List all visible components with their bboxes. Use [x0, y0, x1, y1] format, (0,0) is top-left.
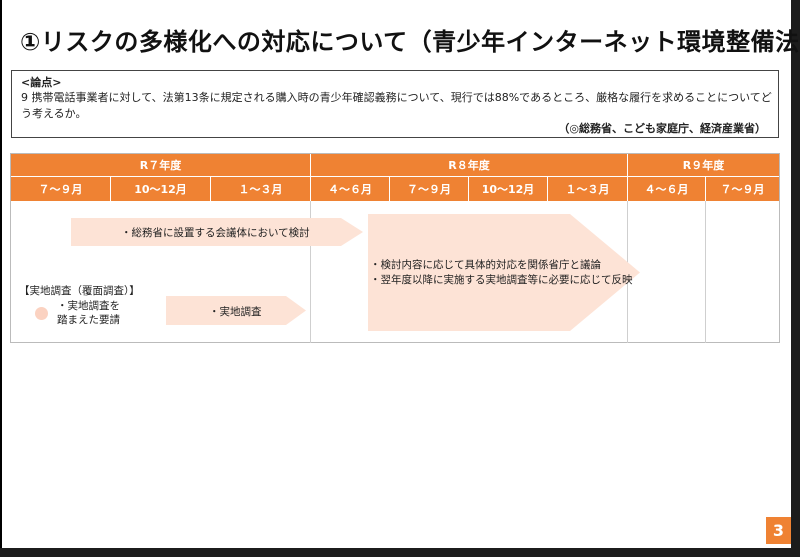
field-survey-label: ・実地調査 [209, 306, 262, 318]
period-header: ７～９月 [390, 177, 468, 201]
issue-heading: <論点> [21, 76, 62, 89]
discussion-line-1: ・検討内容に応じて具体的対応を関係省庁と議論 [370, 259, 601, 271]
year-header-r8: R８年度 [311, 154, 627, 176]
left-border [0, 0, 2, 557]
year-header-r9: R９年度 [628, 154, 779, 176]
survey-request-line-1: ・実地調査を [57, 300, 120, 312]
column-divider [705, 201, 706, 343]
period-header: ７～９月 [706, 177, 779, 201]
meeting-review-arrow: ・総務省に設置する会議体において検討 [71, 218, 363, 246]
period-header: ４～６月 [628, 177, 705, 201]
period-header: ４～６月 [311, 177, 389, 201]
discussion-label: ・検討内容に応じて具体的対応を関係省庁と議論 ・翌年度以降に実施する実地調査等に… [370, 258, 633, 288]
period-header: １～３月 [211, 177, 310, 201]
period-header: 10～12月 [111, 177, 210, 201]
issue-box: <論点> 9 携帯電話事業者に対して、法第13条に規定される購入時の青少年確認義… [11, 70, 779, 138]
right-border [791, 0, 800, 557]
discussion-line-2: ・翌年度以降に実施する実地調査等に必要に応じて反映 [370, 274, 633, 286]
field-survey-heading: 【実地調査（覆面調査）】 [19, 285, 140, 297]
survey-request-label: ・実地調査を 踏まえた要請 [57, 299, 120, 327]
survey-request-line-2: 踏まえた要請 [57, 314, 120, 326]
schedule-table: R７年度 R８年度 R９年度 ７～９月 10～12月 １～３月 ４～６月 ７～９… [10, 153, 780, 343]
period-header: 10～12月 [469, 177, 547, 201]
period-header: １～３月 [548, 177, 627, 201]
bottom-border [0, 548, 800, 557]
field-survey-arrow: ・実地調査 [166, 296, 306, 325]
responsible-ministries: （◎総務省、こども家庭庁、経済産業省） [558, 122, 766, 135]
year-header-r7: R７年度 [11, 154, 310, 176]
milestone-dot [35, 307, 48, 320]
page-title: ①リスクの多様化への対応について（青少年インターネット環境整備法） [20, 28, 800, 56]
page-number: 3 [766, 517, 791, 544]
meeting-review-label: ・総務省に設置する会議体において検討 [121, 227, 310, 239]
issue-text: 9 携帯電話事業者に対して、法第13条に規定される購入時の青少年確認義務について… [21, 91, 772, 120]
period-header: ７～９月 [11, 177, 110, 201]
